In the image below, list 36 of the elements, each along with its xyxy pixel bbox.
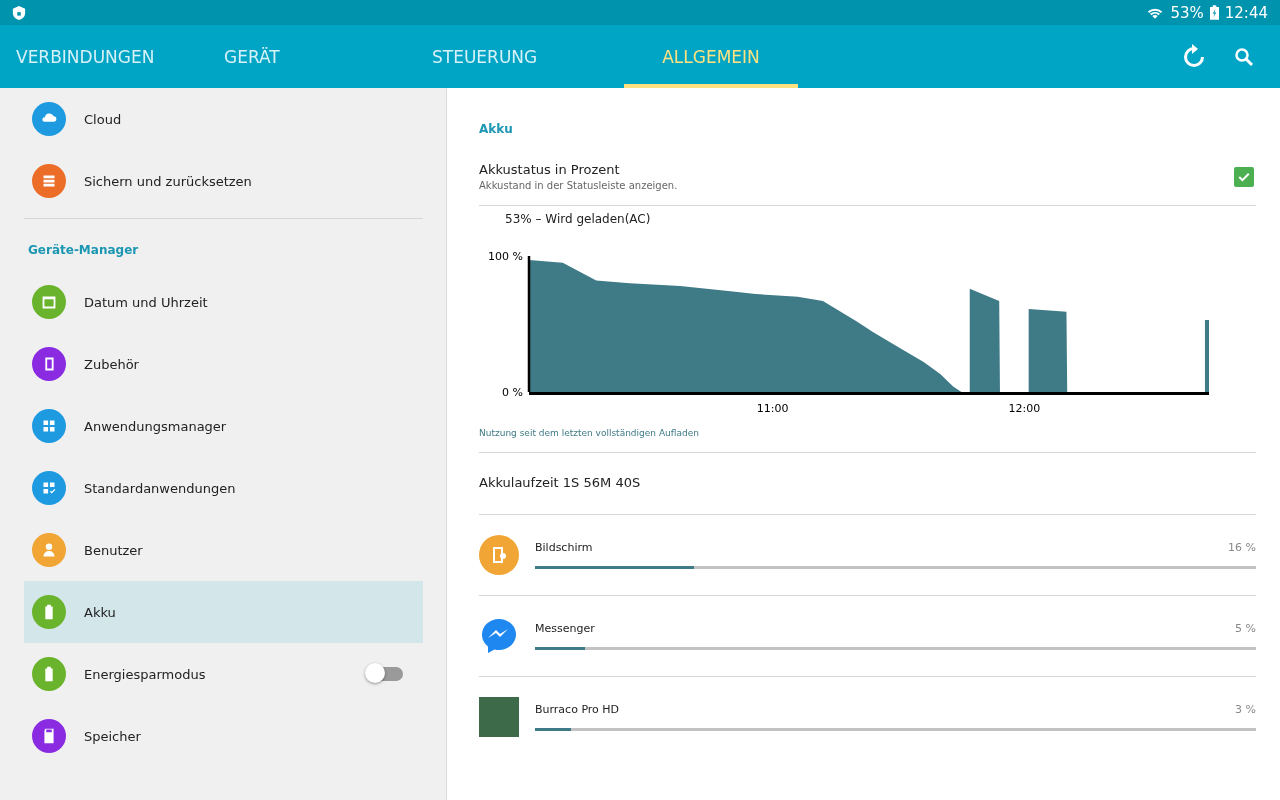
- y-tick-label: 100 %: [488, 249, 523, 263]
- clock: 12:44: [1224, 3, 1268, 22]
- sidebar-item[interactable]: Anwendungsmanager: [24, 395, 423, 457]
- sidebar-item[interactable]: Standardanwendungen: [24, 457, 423, 519]
- app-icon-placeholder: [479, 697, 519, 737]
- usage-percent: 3 %: [1235, 703, 1256, 716]
- sidebar-item[interactable]: Akku: [24, 581, 423, 643]
- section-header: Akku: [479, 121, 514, 138]
- sidebar-item[interactable]: Benutzer: [24, 519, 423, 581]
- setting-title: Akkustatus in Prozent: [479, 162, 621, 177]
- shield-icon: [12, 4, 26, 21]
- chart-title: 53% – Wird geladen(AC): [504, 211, 652, 226]
- x-tick-label: 11:00: [756, 402, 789, 415]
- battery-runtime: Akkulaufzeit 1S 56M 40S: [479, 474, 642, 492]
- battery-percent: 53%: [1170, 3, 1204, 22]
- usage-percent: 16 %: [1228, 541, 1256, 554]
- app-name: Messenger: [535, 622, 595, 635]
- chat-bubble-icon: [479, 616, 519, 656]
- chart-caption: Nutzung seit dem letzten vollständigen Aufladen: [479, 427, 700, 440]
- sidebar-item[interactable]: Zubehör: [24, 333, 423, 395]
- sidebar-item[interactable]: Energiesparmodus: [24, 643, 423, 705]
- search-icon[interactable]: [1234, 46, 1254, 67]
- setting-description: Akkustand in der Statusleiste anzeigen.: [479, 180, 678, 191]
- sidebar-item[interactable]: Cloud: [24, 88, 423, 150]
- sidebar-item[interactable]: Speicher: [24, 705, 423, 767]
- app-name: Bildschirm: [535, 541, 593, 554]
- sidebar-item[interactable]: Sichern und zurücksetzen: [24, 150, 423, 212]
- y-tick-label: 0 %: [502, 385, 523, 399]
- screen-icon: [479, 535, 519, 575]
- checkbox[interactable]: [1234, 166, 1254, 187]
- battery-charging-icon: [1209, 5, 1219, 20]
- x-tick-label: 12:00: [1008, 402, 1041, 415]
- section-header: Geräte-Manager: [27, 242, 140, 259]
- app-name: Burraco Pro HD: [535, 703, 620, 716]
- sidebar-item[interactable]: Datum und Uhrzeit: [24, 271, 423, 333]
- usage-percent: 5 %: [1235, 622, 1256, 635]
